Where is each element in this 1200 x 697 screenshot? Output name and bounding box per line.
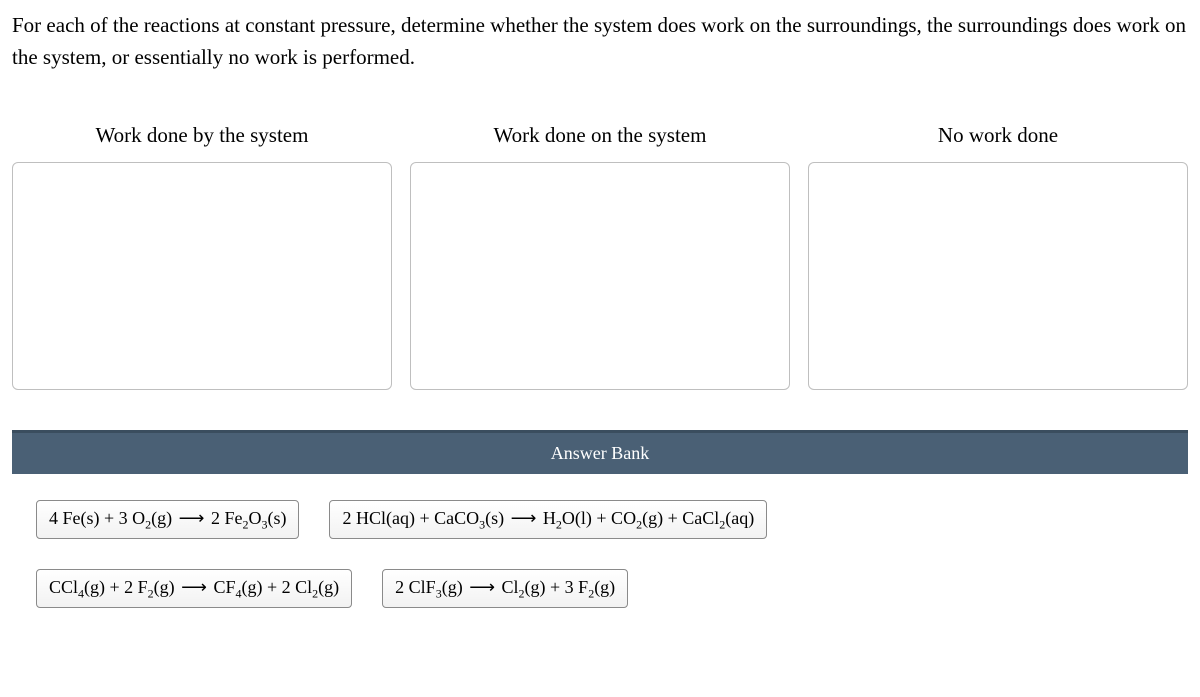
answer-bank: 4 Fe(s) + 3 O2(g) ⟶ 2 Fe2O3(s) 2 HCl(aq)… — [12, 474, 1188, 648]
drop-columns: Work done by the system Work done on the… — [12, 123, 1188, 390]
reaction-chip[interactable]: 2 HCl(aq) + CaCO3(s) ⟶ H2O(l) + CO2(g) +… — [329, 500, 767, 539]
reaction-chip[interactable]: CCl4(g) + 2 F2(g) ⟶ CF4(g) + 2 Cl2(g) — [36, 569, 352, 608]
dropzone-work-by-system[interactable] — [12, 162, 392, 390]
column-title: No work done — [938, 123, 1058, 148]
reaction-chip[interactable]: 2 ClF3(g) ⟶ Cl2(g) + 3 F2(g) — [382, 569, 628, 608]
column-work-on-system: Work done on the system — [410, 123, 790, 390]
bank-row: CCl4(g) + 2 F2(g) ⟶ CF4(g) + 2 Cl2(g) 2 … — [36, 569, 1164, 608]
column-work-by-system: Work done by the system — [12, 123, 392, 390]
dropzone-work-on-system[interactable] — [410, 162, 790, 390]
column-title: Work done by the system — [96, 123, 309, 148]
reaction-chip[interactable]: 4 Fe(s) + 3 O2(g) ⟶ 2 Fe2O3(s) — [36, 500, 299, 539]
column-no-work: No work done — [808, 123, 1188, 390]
dropzone-no-work[interactable] — [808, 162, 1188, 390]
question-text: For each of the reactions at constant pr… — [12, 10, 1188, 73]
answer-bank-header: Answer Bank — [12, 430, 1188, 474]
column-title: Work done on the system — [494, 123, 707, 148]
bank-row: 4 Fe(s) + 3 O2(g) ⟶ 2 Fe2O3(s) 2 HCl(aq)… — [36, 500, 1164, 539]
